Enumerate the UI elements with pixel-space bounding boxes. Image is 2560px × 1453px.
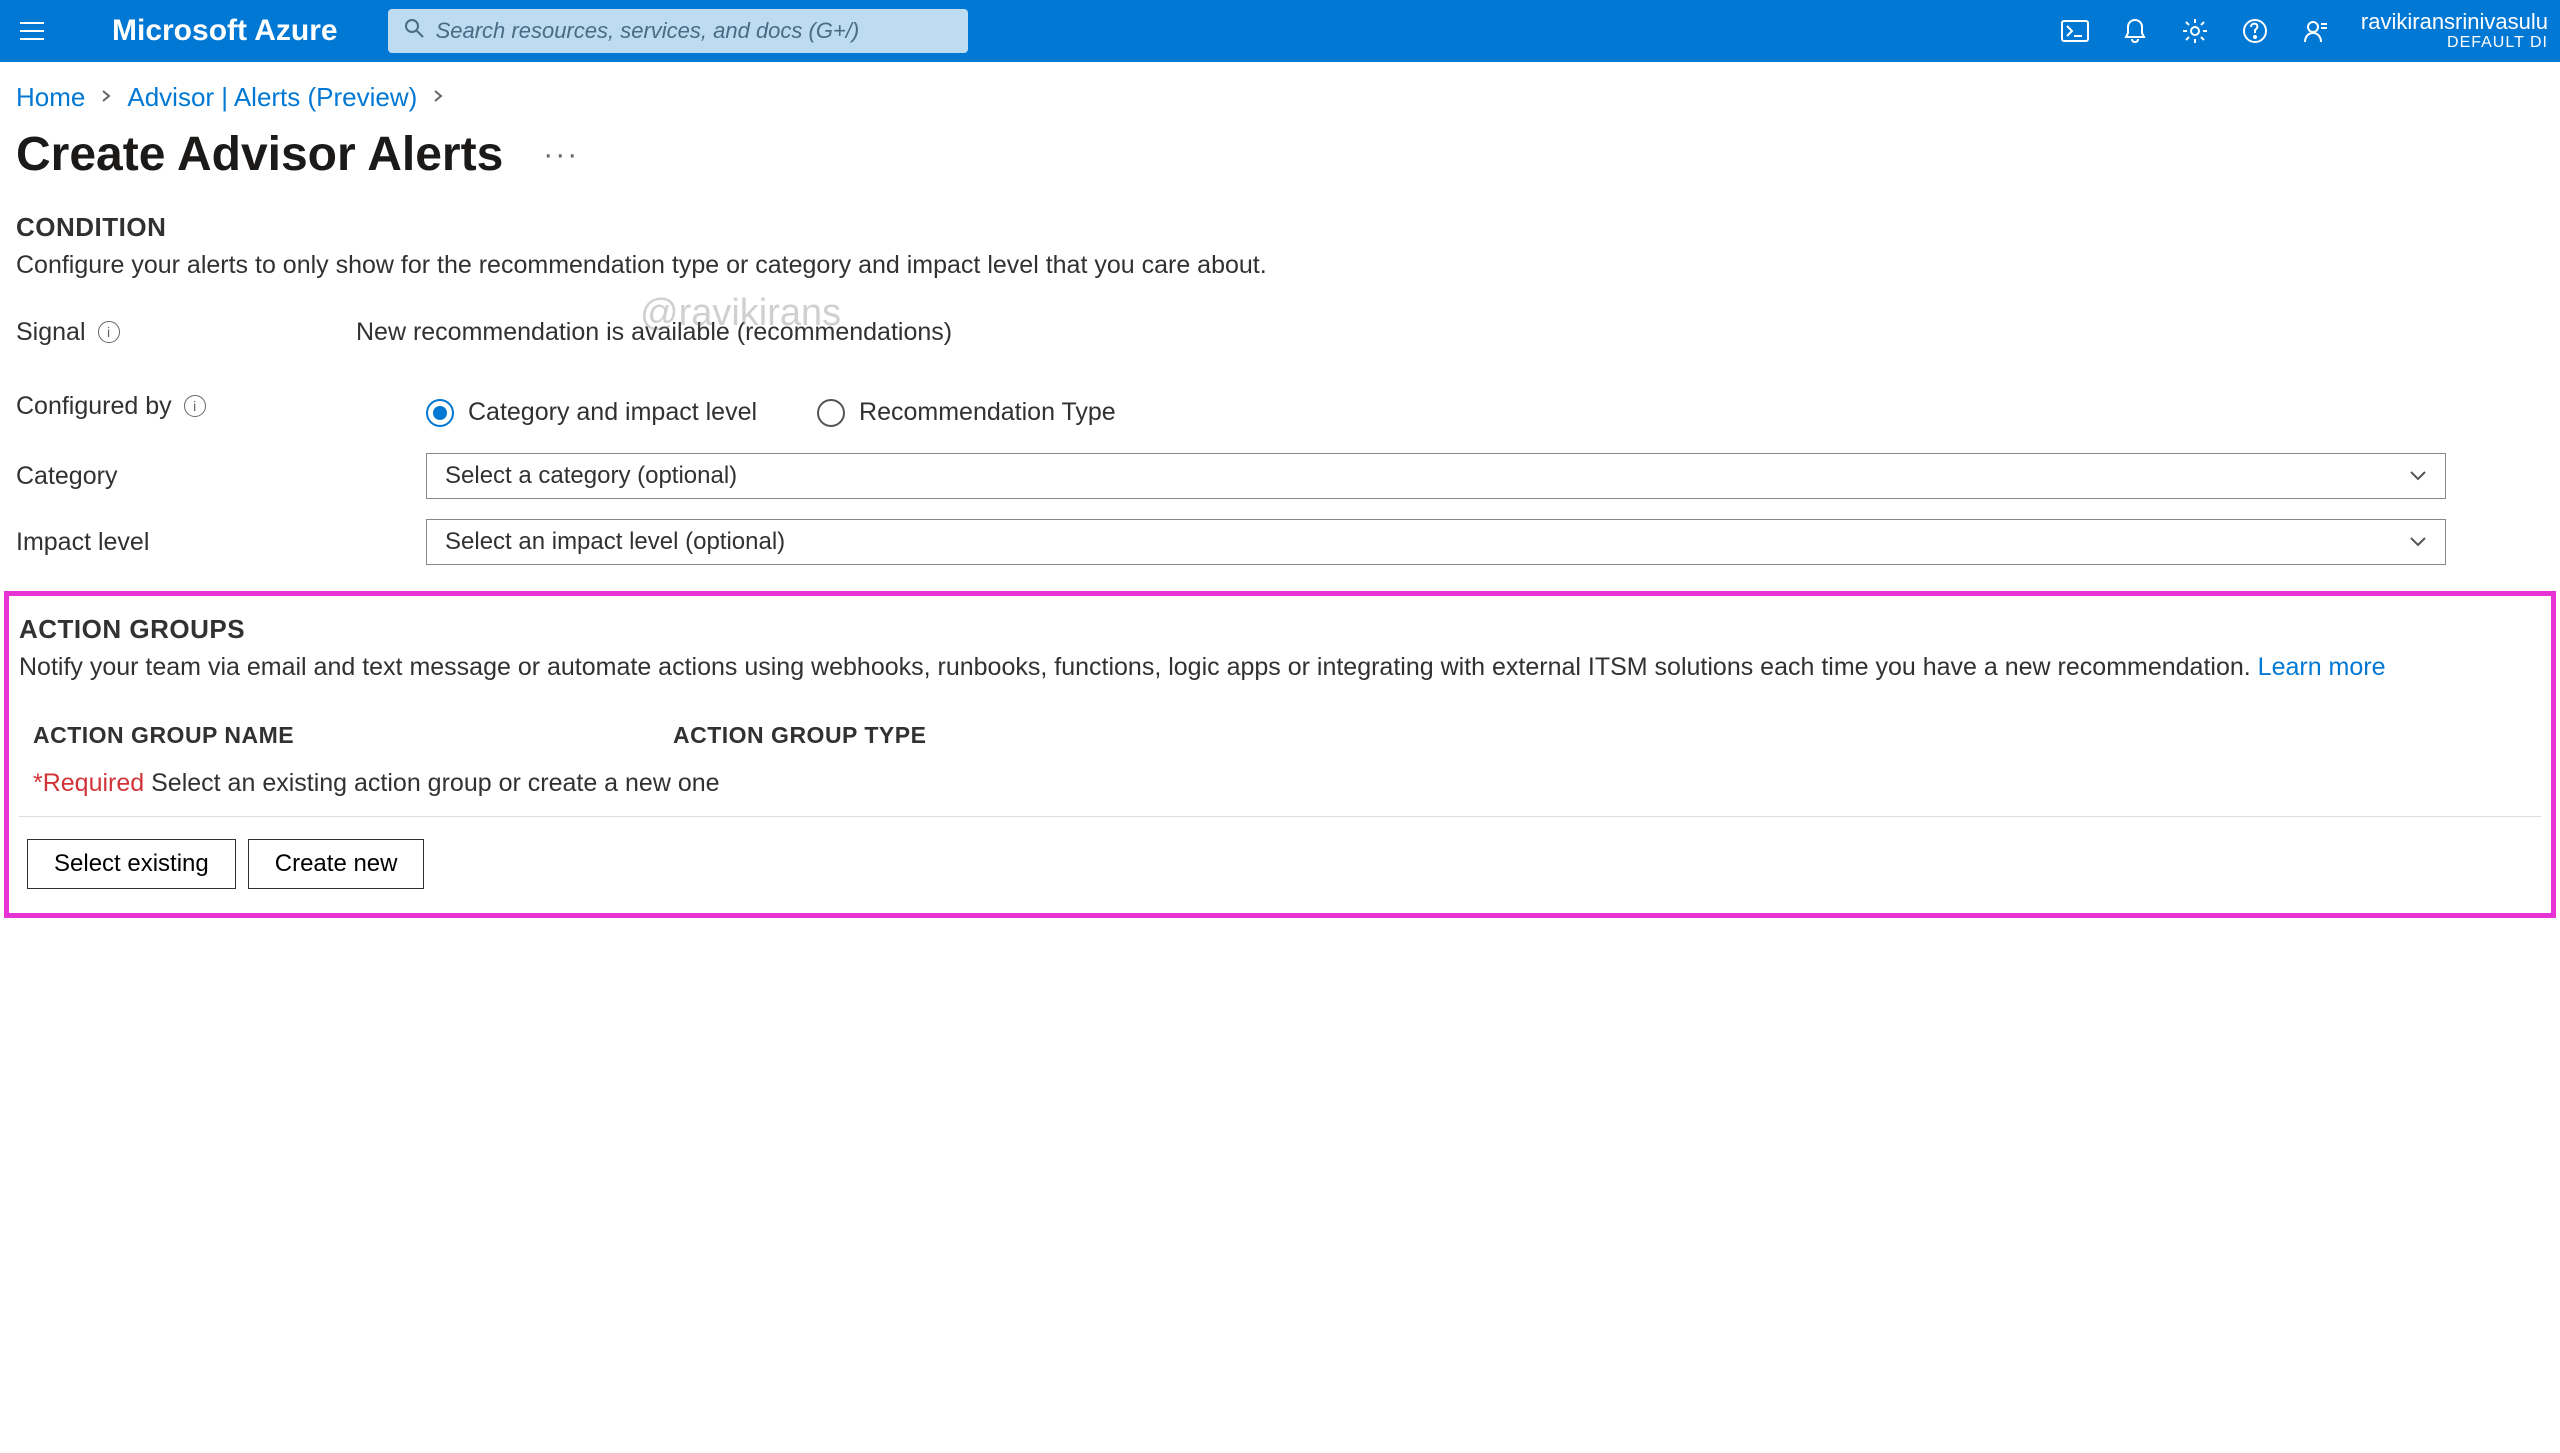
category-row: Category Select a category (optional) xyxy=(16,453,2544,499)
learn-more-link[interactable]: Learn more xyxy=(2258,653,2386,681)
required-text: Select an existing action group or creat… xyxy=(144,769,719,797)
chevron-right-icon xyxy=(431,86,445,109)
more-actions-icon[interactable]: ··· xyxy=(543,138,579,172)
col-action-group-name: ACTION GROUP NAME xyxy=(33,722,673,749)
configured-by-label-text: Configured by xyxy=(16,392,172,421)
radio-recommendation-type[interactable]: Recommendation Type xyxy=(817,398,1116,427)
action-group-table-header: ACTION GROUP NAME ACTION GROUP TYPE xyxy=(19,704,2541,759)
impact-row: Impact level Select an impact level (opt… xyxy=(16,519,2544,565)
radio-selected-icon xyxy=(426,399,454,427)
condition-desc: Configure your alerts to only show for t… xyxy=(16,251,2544,280)
condition-title: CONDITION xyxy=(16,212,2544,243)
configured-by-label: Configured by i xyxy=(16,392,356,421)
account-directory: DEFAULT DI xyxy=(2361,34,2548,52)
help-icon[interactable] xyxy=(2239,15,2271,47)
configured-by-radio-group: Category and impact level Recommendation… xyxy=(16,398,2544,427)
create-new-button[interactable]: Create new xyxy=(248,839,425,889)
notifications-icon[interactable] xyxy=(2119,15,2151,47)
signal-value: New recommendation is available (recomme… xyxy=(356,318,952,347)
cloud-shell-icon[interactable] xyxy=(2059,15,2091,47)
required-prefix: *Required xyxy=(33,769,144,797)
top-bar: Microsoft Azure ravikiransrinivasulu DEF… xyxy=(0,0,2560,62)
impact-label: Impact level xyxy=(16,528,426,557)
info-icon[interactable]: i xyxy=(98,321,120,343)
chevron-right-icon xyxy=(99,86,113,109)
info-icon[interactable]: i xyxy=(184,395,206,417)
breadcrumb-advisor[interactable]: Advisor | Alerts (Preview) xyxy=(127,82,417,113)
required-row: *Required Select an existing action grou… xyxy=(19,759,2541,817)
account-block[interactable]: ravikiransrinivasulu DEFAULT DI xyxy=(2361,10,2548,52)
search-icon xyxy=(404,17,424,45)
signal-label-text: Signal xyxy=(16,318,86,347)
action-group-buttons: Select existing Create new xyxy=(19,839,2541,889)
radio-rectype-label: Recommendation Type xyxy=(859,398,1116,427)
action-groups-desc: Notify your team via email and text mess… xyxy=(19,653,2541,682)
top-icon-group xyxy=(2059,15,2331,47)
settings-gear-icon[interactable] xyxy=(2179,15,2211,47)
content-area: @ravikirans Home Advisor | Alerts (Previ… xyxy=(0,62,2560,918)
col-action-group-type: ACTION GROUP TYPE xyxy=(673,722,926,749)
search-box[interactable] xyxy=(388,9,968,53)
impact-dropdown-placeholder: Select an impact level (optional) xyxy=(445,528,785,556)
chevron-down-icon xyxy=(2409,536,2427,548)
radio-category-impact[interactable]: Category and impact level xyxy=(426,398,757,427)
breadcrumb: Home Advisor | Alerts (Preview) xyxy=(0,62,2560,119)
action-groups-highlight: ACTION GROUPS Notify your team via email… xyxy=(4,591,2556,918)
brand-label[interactable]: Microsoft Azure xyxy=(112,14,338,48)
radio-unselected-icon xyxy=(817,399,845,427)
hamburger-menu-icon[interactable] xyxy=(12,11,52,51)
signal-label: Signal i xyxy=(16,318,356,347)
select-existing-button[interactable]: Select existing xyxy=(27,839,236,889)
breadcrumb-home[interactable]: Home xyxy=(16,82,85,113)
chevron-down-icon xyxy=(2409,470,2427,482)
category-label: Category xyxy=(16,462,426,491)
radio-category-label: Category and impact level xyxy=(468,398,757,427)
impact-dropdown[interactable]: Select an impact level (optional) xyxy=(426,519,2446,565)
action-groups-title: ACTION GROUPS xyxy=(19,614,2541,645)
search-container xyxy=(388,9,968,53)
feedback-icon[interactable] xyxy=(2299,15,2331,47)
search-input[interactable] xyxy=(436,18,952,44)
category-dropdown-placeholder: Select a category (optional) xyxy=(445,462,737,490)
condition-section: CONDITION Configure your alerts to only … xyxy=(0,202,2560,565)
category-dropdown[interactable]: Select a category (optional) xyxy=(426,453,2446,499)
action-groups-desc-text: Notify your team via email and text mess… xyxy=(19,653,2258,681)
account-name: ravikiransrinivasulu xyxy=(2361,10,2548,34)
page-title-row: Create Advisor Alerts ··· xyxy=(0,119,2560,202)
page-title: Create Advisor Alerts xyxy=(16,127,503,182)
signal-row: Signal i New recommendation is available… xyxy=(16,302,2544,362)
